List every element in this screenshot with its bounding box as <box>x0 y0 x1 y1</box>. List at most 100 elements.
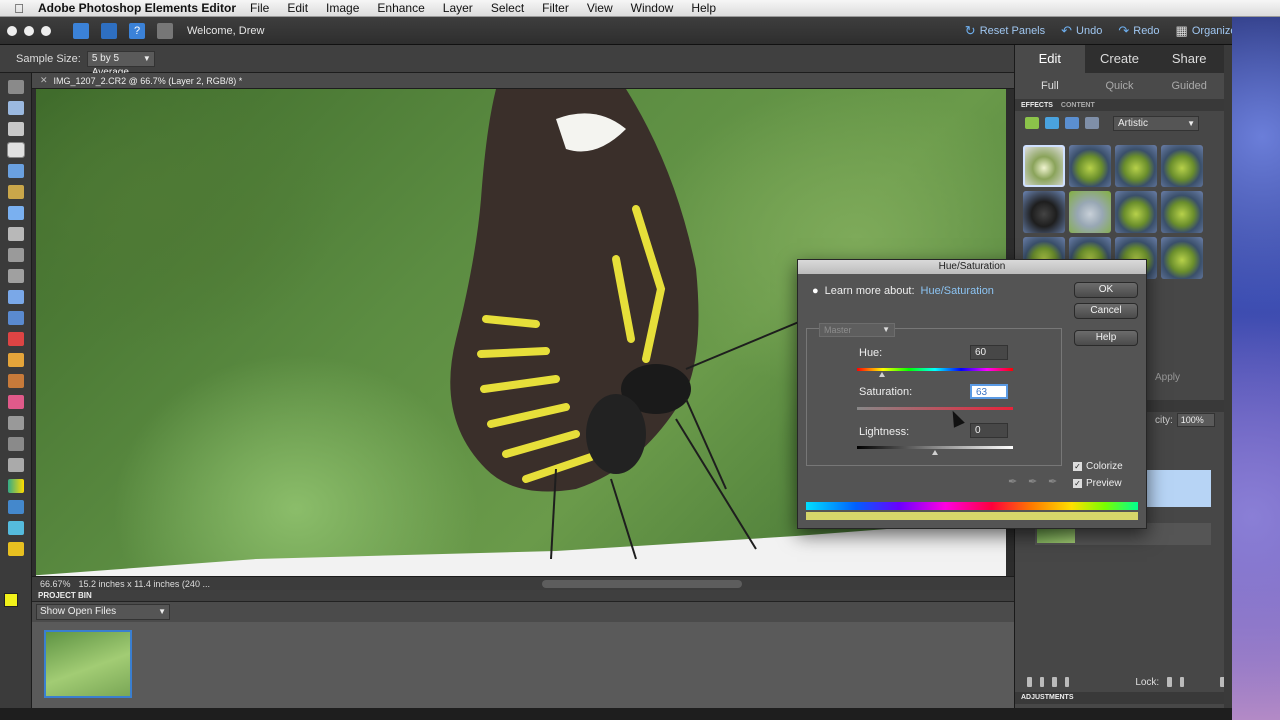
tab-guided[interactable]: Guided <box>1154 80 1224 92</box>
help-button[interactable]: Help <box>1074 330 1138 346</box>
brush-tool-icon[interactable] <box>8 416 24 430</box>
help-icon[interactable]: ? <box>129 22 145 39</box>
menu-image[interactable]: Image <box>326 1 359 15</box>
app-name[interactable]: Adobe Photoshop Elements Editor <box>38 1 236 15</box>
saturation-slider[interactable] <box>857 407 1013 410</box>
project-bin-thumbnail[interactable] <box>44 630 132 698</box>
organizer-button[interactable]: ▦ Organizer <box>1176 23 1241 39</box>
magic-wand-tool-icon[interactable] <box>8 206 24 220</box>
menu-help[interactable]: Help <box>691 1 716 15</box>
lock-all-icon[interactable] <box>1179 677 1185 687</box>
eyedropper-minus-icon[interactable]: ✒ <box>1048 476 1060 488</box>
edit-range-select[interactable]: Master ▼ <box>819 323 895 337</box>
tab-create[interactable]: Create <box>1085 45 1155 73</box>
paint-bucket-tool-icon[interactable] <box>8 458 24 472</box>
fx-icon[interactable] <box>1085 117 1099 129</box>
lightness-slider-thumb[interactable] <box>932 450 938 455</box>
effect-thumbnail[interactable] <box>1161 145 1203 187</box>
new-layer-icon[interactable] <box>1027 677 1032 687</box>
tab-content[interactable]: CONTENT <box>1061 102 1095 109</box>
hue-input[interactable]: 60 <box>970 345 1008 360</box>
effect-thumbnail[interactable] <box>1023 145 1065 187</box>
photo-effects-icon[interactable] <box>1065 117 1079 129</box>
project-bin-header[interactable]: PROJECT BIN <box>32 590 1014 602</box>
cookie-cutter-tool-icon[interactable] <box>8 290 24 304</box>
effect-thumbnail[interactable] <box>1115 145 1157 187</box>
colorize-checkbox[interactable]: ✓ Colorize <box>1073 461 1123 472</box>
apple-icon[interactable]:  <box>0 1 38 16</box>
close-icon[interactable]: ✕ <box>40 75 48 86</box>
hand-tool-icon[interactable] <box>8 122 24 136</box>
tab-share[interactable]: Share <box>1154 45 1224 73</box>
tab-full[interactable]: Full <box>1015 80 1085 92</box>
window-close-button[interactable] <box>7 25 17 36</box>
sample-size-select[interactable]: 5 by 5 Average ▼ <box>86 50 155 78</box>
shape-tool-icon[interactable] <box>8 500 24 514</box>
lasso-tool-icon[interactable] <box>8 185 24 199</box>
blur-tool-icon[interactable] <box>8 521 24 535</box>
new-file-icon[interactable] <box>73 22 89 39</box>
effect-thumbnail[interactable] <box>1023 191 1065 233</box>
type-tool-icon[interactable] <box>8 248 24 262</box>
foreground-color-swatch[interactable] <box>4 593 18 607</box>
redo-button[interactable]: ↷ Redo <box>1118 23 1159 39</box>
move-tool-icon[interactable] <box>8 80 24 94</box>
dialog-title[interactable]: Hue/Saturation <box>798 260 1146 274</box>
layer-styles-icon[interactable] <box>1045 117 1059 129</box>
straighten-tool-icon[interactable] <box>8 311 24 325</box>
zoom-level[interactable]: 66.67% <box>40 579 71 589</box>
effect-thumbnail[interactable] <box>1069 145 1111 187</box>
smart-brush-tool-icon[interactable] <box>8 437 24 451</box>
menu-edit[interactable]: Edit <box>287 1 308 15</box>
mask-icon[interactable] <box>1064 677 1070 687</box>
tab-quick[interactable]: Quick <box>1085 80 1155 92</box>
reset-panels-button[interactable]: ↻ Reset Panels <box>965 23 1045 39</box>
window-zoom-button[interactable] <box>41 25 51 36</box>
learn-more-link[interactable]: Hue/Saturation <box>921 285 994 297</box>
cancel-button[interactable]: Cancel <box>1074 303 1138 319</box>
healing-brush-tool-icon[interactable] <box>8 353 24 367</box>
filters-icon[interactable] <box>1025 117 1039 129</box>
ok-button[interactable]: OK <box>1074 282 1138 298</box>
adjustments-panel-header[interactable]: ADJUSTMENTS <box>1015 692 1225 704</box>
clone-stamp-tool-icon[interactable] <box>8 374 24 388</box>
eraser-tool-icon[interactable] <box>8 395 24 409</box>
opacity-input[interactable]: 100% <box>1176 413 1215 427</box>
eyedropper-tool-icon[interactable] <box>7 142 25 158</box>
menu-file[interactable]: File <box>250 1 269 15</box>
gradient-tool-icon[interactable] <box>8 479 24 493</box>
window-minimize-button[interactable] <box>24 25 34 36</box>
menu-enhance[interactable]: Enhance <box>377 1 424 15</box>
crop-tool-icon[interactable] <box>8 269 24 283</box>
menu-layer[interactable]: Layer <box>443 1 473 15</box>
quick-selection-tool-icon[interactable] <box>8 227 24 241</box>
lightness-slider[interactable] <box>857 446 1013 449</box>
eyedropper-plus-icon[interactable]: ✒ <box>1028 476 1040 488</box>
right-panel-scrollbar[interactable] <box>1224 45 1232 708</box>
project-bin-filter-select[interactable]: Show Open Files ▼ <box>36 604 170 620</box>
undo-button[interactable]: ↶ Undo <box>1061 23 1102 39</box>
new-group-icon[interactable] <box>1039 677 1045 687</box>
menu-window[interactable]: Window <box>631 1 674 15</box>
adjustment-layer-icon[interactable] <box>1052 677 1057 687</box>
effect-thumbnail[interactable] <box>1069 191 1111 233</box>
menu-view[interactable]: View <box>587 1 613 15</box>
effect-thumbnail[interactable] <box>1115 191 1157 233</box>
effect-thumbnail[interactable] <box>1161 191 1203 233</box>
eyedropper-icon[interactable]: ✒ <box>1008 476 1020 488</box>
hue-slider-thumb[interactable] <box>879 372 885 377</box>
hue-slider[interactable] <box>857 368 1013 371</box>
menu-select[interactable]: Select <box>491 1 524 15</box>
horizontal-scrollbar[interactable] <box>542 580 742 588</box>
menu-filter[interactable]: Filter <box>542 1 569 15</box>
red-eye-tool-icon[interactable] <box>8 332 24 346</box>
marquee-tool-icon[interactable] <box>8 164 24 178</box>
tab-effects[interactable]: EFFECTS <box>1021 102 1053 109</box>
saturation-input[interactable]: 63 <box>970 384 1008 399</box>
lock-transparency-icon[interactable] <box>1167 677 1172 687</box>
effects-category-select[interactable]: Artistic ▼ <box>1113 115 1199 131</box>
zoom-tool-icon[interactable] <box>8 101 24 115</box>
workspace-layout-icon[interactable] <box>157 22 173 39</box>
document-tab[interactable]: ✕ IMG_1207_2.CR2 @ 66.7% (Layer 2, RGB/8… <box>32 73 1014 89</box>
effect-thumbnail[interactable] <box>1161 237 1203 279</box>
